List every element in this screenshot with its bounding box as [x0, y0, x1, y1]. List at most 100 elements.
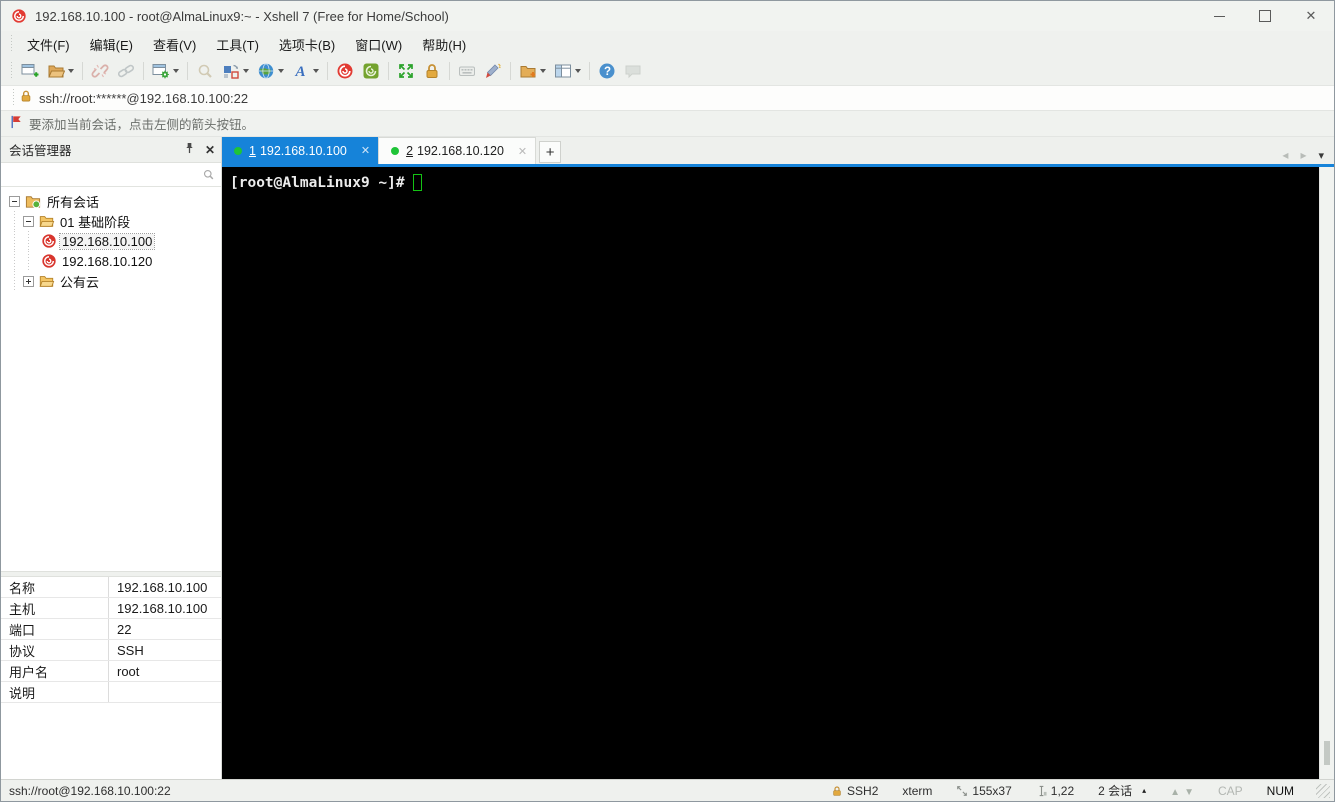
prop-value: 192.168.10.100 [117, 600, 208, 616]
resize-icon [957, 785, 968, 796]
tree-item-folder-cloud[interactable]: 公有云 [1, 271, 221, 291]
table-row: 协议 SSH [1, 640, 221, 661]
resize-grip[interactable] [1316, 783, 1330, 798]
tree-item-all-sessions[interactable]: 所有会话 [1, 191, 221, 211]
new-tab-button[interactable]: + [539, 141, 562, 163]
session-down-icon[interactable] [1184, 784, 1194, 798]
arrange-dropdown-caret[interactable] [243, 69, 249, 73]
open-session-button[interactable] [44, 60, 77, 82]
menu-view[interactable]: 查看(V) [143, 31, 206, 58]
prop-label: 主机 [1, 598, 109, 618]
prop-value: 22 [117, 621, 132, 637]
menu-edit[interactable]: 编辑(E) [80, 31, 143, 58]
collapse-icon[interactable] [23, 215, 34, 227]
xftp-button[interactable] [359, 60, 383, 82]
menubar-grip[interactable] [8, 35, 14, 53]
terminal-scrollbar[interactable] [1319, 167, 1334, 779]
split-dropdown-caret[interactable] [575, 69, 581, 73]
session-nav-arrows[interactable] [1162, 784, 1202, 798]
status-terminal-size: 155x37 [948, 784, 1019, 798]
font-button[interactable]: A [289, 60, 322, 82]
split-view-button[interactable] [551, 60, 584, 82]
prop-label: 端口 [1, 619, 109, 639]
folder-icon [38, 273, 55, 289]
open-dropdown-caret[interactable] [68, 69, 74, 73]
help-button[interactable]: ? [595, 60, 619, 82]
session-icon [41, 233, 57, 249]
addressbar-grip[interactable] [10, 89, 16, 107]
tab-list-dropdown-icon[interactable] [1318, 146, 1324, 164]
menu-help[interactable]: 帮助(H) [412, 31, 476, 58]
window-arrange-button[interactable] [219, 60, 252, 82]
xshell-window: 192.168.10.100 - root@AlmaLinux9:~ - Xsh… [0, 0, 1335, 802]
menu-tools[interactable]: 工具(T) [206, 31, 269, 58]
terminal-screen[interactable]: [root@AlmaLinux9 ~]# [222, 167, 1319, 779]
lock-screen-button[interactable] [420, 60, 444, 82]
session-manager-header: 会话管理器 [1, 137, 221, 163]
session-up-icon[interactable] [1170, 784, 1180, 798]
tab-close-icon[interactable] [504, 145, 527, 158]
notice-bar: 要添加当前会话，点击左侧的箭头按钮。 [1, 111, 1334, 137]
expand-icon[interactable] [23, 275, 34, 287]
prop-value: 192.168.10.100 [117, 579, 208, 595]
prop-label: 协议 [1, 640, 109, 660]
status-protocol: SSH2 [823, 784, 886, 798]
properties-dropdown-caret[interactable] [173, 69, 179, 73]
encoding-dropdown-caret[interactable] [278, 69, 284, 73]
collapse-icon[interactable] [9, 195, 20, 207]
tab-label: 192.168.10.100 [259, 143, 347, 158]
toolbar: A ? [1, 57, 1334, 85]
status-url: ssh://root@192.168.10.100:22 [9, 783, 171, 798]
highlight-button[interactable] [481, 60, 505, 82]
connected-dot-icon [391, 147, 400, 155]
scrollbar-thumb[interactable] [1324, 741, 1330, 765]
menu-bar: 文件(F) 编辑(E) 查看(V) 工具(T) 选项卡(B) 窗口(W) 帮助(… [1, 31, 1334, 57]
session-properties-button[interactable] [149, 60, 182, 82]
find-button [193, 60, 217, 82]
session-search-input[interactable] [1, 163, 202, 186]
notice-flag-icon [9, 114, 23, 134]
xshell-button[interactable] [333, 60, 357, 82]
disconnect-button [88, 60, 112, 82]
tab-scroll-right-icon[interactable] [1300, 146, 1306, 164]
fullscreen-button[interactable] [394, 60, 418, 82]
maximize-button[interactable] [1242, 1, 1288, 31]
pin-icon[interactable] [184, 141, 195, 159]
minimize-button[interactable] [1196, 1, 1242, 31]
tree-item-folder-basics[interactable]: 01 基础阶段 [1, 211, 221, 231]
ssh-lock-icon [833, 785, 841, 796]
session-search [1, 163, 221, 187]
tree-item-session-120[interactable]: 192.168.10.120 [1, 251, 221, 271]
session-manager-panel: 会话管理器 所有会话 [1, 137, 222, 779]
svg-text:?: ? [604, 66, 611, 78]
status-caps-lock: CAP [1217, 783, 1243, 798]
menu-file[interactable]: 文件(F) [17, 31, 80, 58]
session-tree: 所有会话 01 基础阶段 192.168.10.100 192.168.10.1… [1, 187, 221, 571]
svg-text:A: A [295, 64, 306, 80]
prop-value: SSH [117, 642, 144, 658]
address-url[interactable]: ssh://root:******@192.168.10.100:22 [39, 91, 248, 106]
toolbar-grip[interactable] [8, 62, 14, 80]
status-terminal-type[interactable]: xterm [894, 784, 940, 798]
tab-scroll-left-icon[interactable] [1282, 146, 1288, 164]
font-dropdown-caret[interactable] [313, 69, 319, 73]
tab-session-120[interactable]: 2 192.168.10.120 [378, 137, 537, 164]
menu-tabs[interactable]: 选项卡(B) [269, 31, 345, 58]
encoding-globe-button[interactable] [254, 60, 287, 82]
close-button[interactable] [1288, 1, 1334, 31]
tab-label: 192.168.10.120 [417, 144, 504, 158]
status-bar: ssh://root@192.168.10.100:22 SSH2 xterm … [1, 779, 1334, 801]
folder-dropdown-caret[interactable] [540, 69, 546, 73]
tab-close-icon[interactable] [347, 144, 370, 157]
new-session-button[interactable] [18, 60, 42, 82]
xshell-app-icon [11, 8, 27, 24]
panel-close-icon[interactable] [205, 141, 215, 159]
tree-item-session-100[interactable]: 192.168.10.100 [1, 231, 221, 251]
tab-session-100[interactable]: 1 192.168.10.100 [222, 137, 379, 164]
status-session-count[interactable]: 2 会话 [1090, 782, 1154, 799]
prop-value: root [117, 663, 140, 679]
terminal-cursor [412, 174, 422, 191]
new-folder-button[interactable] [516, 60, 549, 82]
address-bar[interactable]: ssh://root:******@192.168.10.100:22 [1, 85, 1334, 111]
menu-window[interactable]: 窗口(W) [345, 31, 412, 58]
